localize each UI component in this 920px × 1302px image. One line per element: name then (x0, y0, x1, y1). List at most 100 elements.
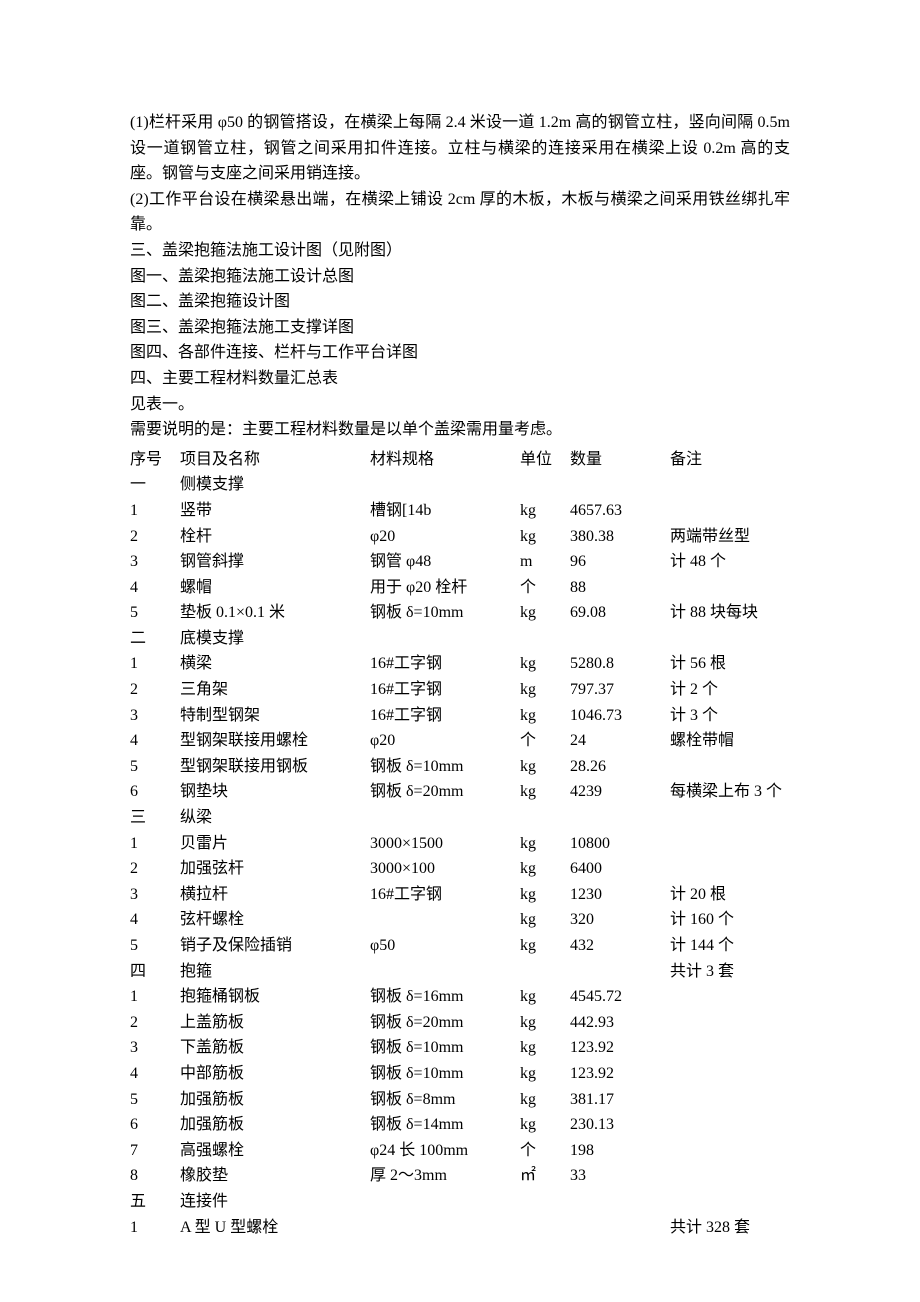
table-row: 4中部筋板钢板 δ=10mmkg123.92 (130, 1061, 790, 1087)
cell-spec: 厚 2～3mm (370, 1163, 520, 1189)
cell-unit: kg (520, 856, 570, 882)
cell-name: 加强筋板 (180, 1112, 370, 1138)
cell-unit: kg (520, 524, 570, 550)
cell-name: 纵梁 (180, 805, 370, 831)
table-row: 三纵梁 (130, 805, 790, 831)
cell-name: 垫板 0.1×0.1 米 (180, 600, 370, 626)
table-row: 二底模支撑 (130, 626, 790, 652)
paragraph-5: 图二、盖梁抱箍设计图 (130, 289, 790, 315)
cell-idx: 1 (130, 651, 180, 677)
paragraph-7: 图四、各部件连接、栏杆与工作平台详图 (130, 340, 790, 366)
cell-unit: kg (520, 984, 570, 1010)
cell-qty: 4657.63 (570, 498, 670, 524)
cell-qty: 24 (570, 728, 670, 754)
cell-qty: 4545.72 (570, 984, 670, 1010)
table-row: 4螺帽用于 φ20 栓杆个88 (130, 575, 790, 601)
cell-unit: kg (520, 1035, 570, 1061)
cell-unit: kg (520, 754, 570, 780)
cell-idx: 5 (130, 933, 180, 959)
cell-idx: 四 (130, 959, 180, 985)
cell-idx: 8 (130, 1163, 180, 1189)
cell-name: 橡胶垫 (180, 1163, 370, 1189)
cell-spec: 钢板 δ=8mm (370, 1087, 520, 1113)
cell-unit: kg (520, 1061, 570, 1087)
cell-qty: 4239 (570, 779, 670, 805)
cell-spec: 16#工字钢 (370, 703, 520, 729)
paragraph-6: 图三、盖梁抱箍法施工支撑详图 (130, 315, 790, 341)
cell-name: A 型 U 型螺栓 (180, 1215, 370, 1241)
cell-idx: 1 (130, 1215, 180, 1241)
table-row: 5垫板 0.1×0.1 米钢板 δ=10mmkg69.08计 88 块每块 (130, 600, 790, 626)
table-row: 1横梁16#工字钢kg5280.8计 56 根 (130, 651, 790, 677)
cell-name: 加强弦杆 (180, 856, 370, 882)
cell-unit: kg (520, 882, 570, 908)
cell-qty: 88 (570, 575, 670, 601)
table-row: 4弦杆螺栓kg320计 160 个 (130, 907, 790, 933)
cell-name: 加强筋板 (180, 1087, 370, 1113)
cell-note: 计 88 块每块 (670, 600, 790, 626)
cell-qty: 96 (570, 549, 670, 575)
table-row: 5型钢架联接用钢板钢板 δ=10mmkg28.26 (130, 754, 790, 780)
table-row: 7高强螺栓φ24 长 100mm个198 (130, 1138, 790, 1164)
cell-name: 横拉杆 (180, 882, 370, 908)
cell-idx: 2 (130, 1010, 180, 1036)
cell-spec: 钢板 δ=10mm (370, 1061, 520, 1087)
cell-unit: 个 (520, 1138, 570, 1164)
cell-name: 上盖筋板 (180, 1010, 370, 1036)
cell-note: 每横梁上布 3 个 (670, 779, 790, 805)
table-row: 6钢垫块钢板 δ=20mmkg4239每横梁上布 3 个 (130, 779, 790, 805)
cell-idx: 4 (130, 907, 180, 933)
cell-name: 中部筋板 (180, 1061, 370, 1087)
cell-name: 弦杆螺栓 (180, 907, 370, 933)
cell-unit: 个 (520, 575, 570, 601)
cell-idx: 4 (130, 575, 180, 601)
table-row: 2栓杆φ20kg380.38两端带丝型 (130, 524, 790, 550)
table-row: 五连接件 (130, 1189, 790, 1215)
cell-name: 抱箍桶钢板 (180, 984, 370, 1010)
cell-idx: 4 (130, 1061, 180, 1087)
table-row: 3下盖筋板钢板 δ=10mmkg123.92 (130, 1035, 790, 1061)
paragraph-1: (1)栏杆采用 φ50 的钢管搭设，在横梁上每隔 2.4 米设一道 1.2m 高… (130, 110, 790, 187)
cell-unit: kg (520, 1087, 570, 1113)
cell-spec: 钢板 δ=16mm (370, 984, 520, 1010)
cell-idx: 二 (130, 626, 180, 652)
cell-unit: kg (520, 831, 570, 857)
cell-name: 底模支撑 (180, 626, 370, 652)
cell-unit: kg (520, 1112, 570, 1138)
table-row: 5加强筋板钢板 δ=8mmkg381.17 (130, 1087, 790, 1113)
cell-qty: 230.13 (570, 1112, 670, 1138)
cell-unit: kg (520, 907, 570, 933)
cell-idx: 1 (130, 498, 180, 524)
cell-qty: 69.08 (570, 600, 670, 626)
cell-qty: 198 (570, 1138, 670, 1164)
cell-unit: kg (520, 779, 570, 805)
cell-idx: 2 (130, 856, 180, 882)
cell-spec: φ24 长 100mm (370, 1138, 520, 1164)
table-header-row: 序号 项目及名称 材料规格 单位 数量 备注 (130, 447, 790, 473)
cell-name: 贝雷片 (180, 831, 370, 857)
cell-note: 计 3 个 (670, 703, 790, 729)
cell-spec: 钢板 δ=10mm (370, 1035, 520, 1061)
cell-note: 计 48 个 (670, 549, 790, 575)
materials-table: 序号 项目及名称 材料规格 单位 数量 备注 一侧模支撑1竖带槽钢[14bkg4… (130, 447, 790, 1240)
cell-idx: 4 (130, 728, 180, 754)
table-row: 3横拉杆16#工字钢kg1230计 20 根 (130, 882, 790, 908)
table-row: 3特制型钢架16#工字钢kg1046.73计 3 个 (130, 703, 790, 729)
header-unit: 单位 (520, 447, 570, 473)
cell-spec: φ50 (370, 933, 520, 959)
cell-note: 共计 3 套 (670, 959, 790, 985)
cell-idx: 5 (130, 1087, 180, 1113)
cell-name: 型钢架联接用钢板 (180, 754, 370, 780)
cell-idx: 3 (130, 882, 180, 908)
cell-unit: kg (520, 1010, 570, 1036)
cell-unit: kg (520, 651, 570, 677)
cell-spec: 16#工字钢 (370, 651, 520, 677)
cell-spec: 钢板 δ=14mm (370, 1112, 520, 1138)
cell-name: 型钢架联接用螺栓 (180, 728, 370, 754)
table-row: 2加强弦杆3000×100kg6400 (130, 856, 790, 882)
cell-spec: 3000×1500 (370, 831, 520, 857)
header-qty: 数量 (570, 447, 670, 473)
header-name: 项目及名称 (180, 447, 370, 473)
cell-spec: 钢管 φ48 (370, 549, 520, 575)
cell-spec: 钢板 δ=10mm (370, 754, 520, 780)
